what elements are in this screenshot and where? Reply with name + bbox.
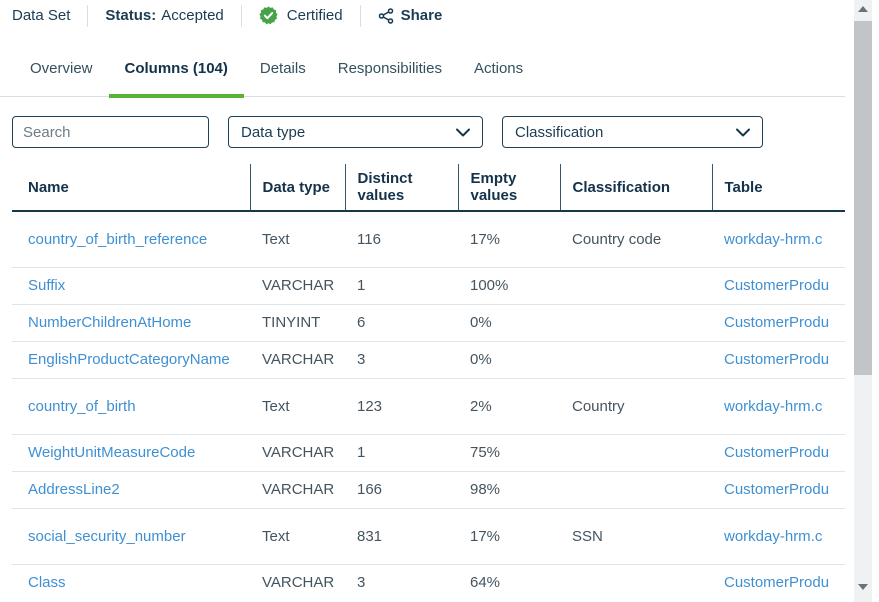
empty-values-cell: 0% bbox=[470, 314, 492, 331]
share-button[interactable]: Share bbox=[378, 7, 443, 24]
data-type-cell: VARCHAR bbox=[262, 351, 334, 368]
header-name: Name bbox=[12, 164, 250, 211]
scrollbar-thumb[interactable] bbox=[854, 21, 872, 375]
data-type-cell: VARCHAR bbox=[262, 574, 334, 591]
certified-check-icon bbox=[259, 6, 278, 25]
scrollbar-up-arrow-icon[interactable] bbox=[858, 6, 868, 12]
table-link[interactable]: CustomerProdu bbox=[724, 351, 829, 368]
column-name-link[interactable]: country_of_birth bbox=[28, 398, 136, 415]
distinct-values-cell: 831 bbox=[357, 528, 382, 545]
distinct-values-cell: 6 bbox=[357, 314, 365, 331]
column-name-link[interactable]: country_of_birth_reference bbox=[28, 231, 207, 248]
table-row: social_security_number Text 831 17% SSN workd… bbox=[12, 508, 845, 564]
status-badge: Status: Accepted bbox=[105, 7, 223, 24]
distinct-values-cell: 123 bbox=[357, 398, 382, 415]
filter-bar: Data type Classification bbox=[12, 116, 845, 148]
classification-cell: Country bbox=[572, 398, 625, 415]
share-label: Share bbox=[401, 7, 443, 24]
empty-values-cell: 2% bbox=[470, 398, 492, 415]
certified-label: Certified bbox=[287, 7, 343, 24]
tab-bar: Overview Columns (104) Details Responsib… bbox=[0, 48, 845, 97]
data-type-cell: TINYINT bbox=[262, 314, 320, 331]
empty-values-cell: 17% bbox=[470, 528, 500, 545]
tab-columns[interactable]: Columns (104) bbox=[109, 48, 244, 96]
table-link[interactable]: CustomerProdu bbox=[724, 444, 829, 461]
distinct-values-cell: 1 bbox=[357, 444, 365, 461]
divider bbox=[87, 5, 88, 27]
distinct-values-cell: 1 bbox=[357, 277, 365, 294]
table-link[interactable]: workday-hrm.c bbox=[724, 398, 822, 415]
column-name-link[interactable]: EnglishProductCategoryName bbox=[28, 351, 230, 368]
status-label: Status: bbox=[105, 7, 156, 24]
scrollbar-down-arrow-icon[interactable] bbox=[858, 584, 868, 590]
table-row: NumberChildrenAtHome TINYINT 6 0% CustomerPr… bbox=[12, 304, 845, 341]
header-classification: Classification bbox=[560, 164, 712, 211]
header-empty-values: Empty values bbox=[458, 164, 560, 211]
chevron-down-icon bbox=[456, 128, 470, 137]
column-name-link[interactable]: AddressLine2 bbox=[28, 481, 120, 498]
table-row: Class VARCHAR 3 64% CustomerProdu bbox=[12, 564, 845, 601]
column-name-link[interactable]: Suffix bbox=[28, 277, 65, 294]
table-row: WeightUnitMeasureCode VARCHAR 1 75% Customer… bbox=[12, 434, 845, 471]
certified-badge: Certified bbox=[259, 6, 343, 25]
tab-responsibilities[interactable]: Responsibilities bbox=[322, 48, 458, 96]
classification-dropdown-label: Classification bbox=[515, 124, 603, 141]
distinct-values-cell: 3 bbox=[357, 574, 365, 591]
data-type-dropdown-label: Data type bbox=[241, 124, 305, 141]
columns-table-header: Name Data type Distinct values Empty val… bbox=[12, 164, 845, 211]
divider bbox=[360, 5, 361, 27]
header-data-type: Data type bbox=[250, 164, 345, 211]
column-name-link[interactable]: Class bbox=[28, 574, 66, 591]
status-value: Accepted bbox=[161, 7, 224, 24]
distinct-values-cell: 116 bbox=[357, 231, 381, 248]
empty-values-cell: 64% bbox=[470, 574, 500, 591]
data-type-cell: Text bbox=[262, 231, 290, 248]
column-name-link[interactable]: social_security_number bbox=[28, 528, 186, 545]
data-type-cell: VARCHAR bbox=[262, 481, 334, 498]
topbar: Data Set Status: Accepted Certified bbox=[0, 0, 845, 31]
header-distinct-values: Distinct values bbox=[345, 164, 458, 211]
vertical-scrollbar[interactable] bbox=[854, 0, 872, 602]
data-type-cell: Text bbox=[262, 528, 290, 545]
tab-actions[interactable]: Actions bbox=[458, 48, 539, 96]
empty-values-cell: 17% bbox=[470, 231, 500, 248]
page-content: Data Set Status: Accepted Certified bbox=[0, 0, 845, 601]
search-input[interactable] bbox=[12, 116, 209, 148]
empty-values-cell: 75% bbox=[470, 444, 500, 461]
table-row: EnglishProductCategoryName VARCHAR 3 0% Cust… bbox=[12, 341, 845, 378]
data-type-cell: Text bbox=[262, 398, 290, 415]
distinct-values-cell: 166 bbox=[357, 481, 382, 498]
table-row: country_of_birth_reference Text 116 17% Coun… bbox=[12, 211, 845, 267]
tab-details[interactable]: Details bbox=[244, 48, 322, 96]
column-name-link[interactable]: NumberChildrenAtHome bbox=[28, 314, 191, 331]
classification-cell: SSN bbox=[572, 528, 603, 545]
data-type-dropdown[interactable]: Data type bbox=[228, 116, 483, 148]
table-link[interactable]: workday-hrm.c bbox=[724, 231, 822, 248]
empty-values-cell: 100% bbox=[470, 277, 508, 294]
data-type-cell: VARCHAR bbox=[262, 277, 334, 294]
chevron-down-icon bbox=[736, 128, 750, 137]
distinct-values-cell: 3 bbox=[357, 351, 365, 368]
columns-table-body: country_of_birth_referenceText11617%Coun… bbox=[12, 211, 845, 601]
header-table: Table bbox=[712, 164, 845, 211]
table-link[interactable]: workday-hrm.c bbox=[724, 528, 822, 545]
classification-cell: Country code bbox=[572, 231, 661, 248]
empty-values-cell: 0% bbox=[470, 351, 492, 368]
page-title: Data Set bbox=[12, 7, 70, 24]
table-link[interactable]: CustomerProdu bbox=[724, 574, 829, 591]
columns-table: Name Data type Distinct values Empty val… bbox=[12, 164, 845, 601]
data-type-cell: VARCHAR bbox=[262, 444, 334, 461]
table-link[interactable]: CustomerProdu bbox=[724, 314, 829, 331]
table-row: AddressLine2 VARCHAR 166 98% CustomerProdu bbox=[12, 471, 845, 508]
table-row: country_of_birth Text 123 2% Country workday-… bbox=[12, 378, 845, 434]
divider bbox=[241, 5, 242, 27]
empty-values-cell: 98% bbox=[470, 481, 500, 498]
table-link[interactable]: CustomerProdu bbox=[724, 277, 829, 294]
table-row: Suffix VARCHAR 1 100% CustomerProdu bbox=[12, 267, 845, 304]
tab-overview[interactable]: Overview bbox=[14, 48, 109, 96]
classification-dropdown[interactable]: Classification bbox=[502, 116, 763, 148]
column-name-link[interactable]: WeightUnitMeasureCode bbox=[28, 444, 195, 461]
table-link[interactable]: CustomerProdu bbox=[724, 481, 829, 498]
share-icon bbox=[378, 8, 394, 24]
